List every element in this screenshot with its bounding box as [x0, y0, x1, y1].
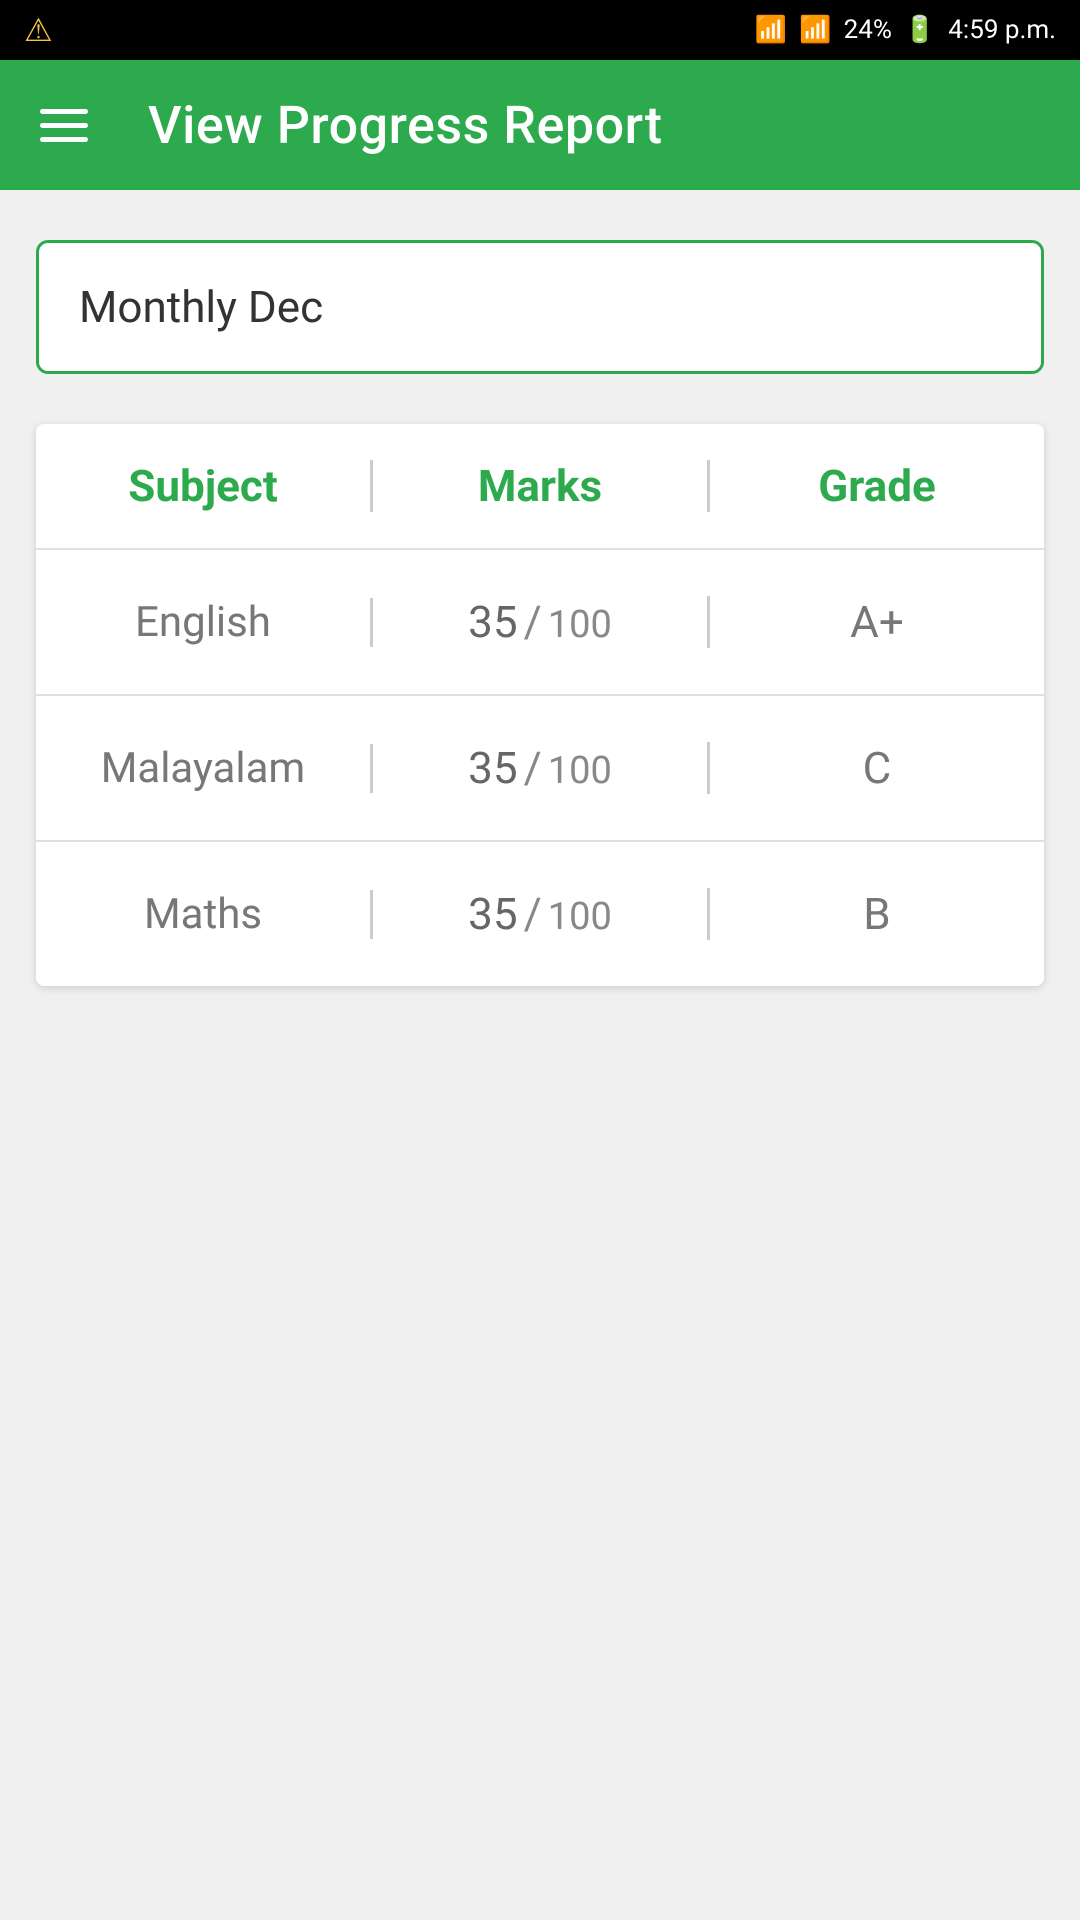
grade-malayalam: C [710, 742, 1044, 794]
hamburger-line-1 [40, 109, 88, 114]
slash-english: / [524, 596, 542, 648]
score-maths: 35 [468, 888, 517, 940]
status-bar-right: 📶 📶 24% 🔋 4:59 p.m. [755, 15, 1056, 45]
score-malayalam: 35 [468, 742, 517, 794]
grade-english: A+ [710, 596, 1044, 648]
progress-table: Subject Marks Grade English 35 / 100 A+ … [36, 424, 1044, 986]
wifi-icon: 📶 [755, 15, 787, 45]
signal-icon: 📶 [799, 15, 831, 45]
selector-value: Monthly Dec [79, 281, 323, 333]
table-header: Subject Marks Grade [36, 424, 1044, 550]
status-bar-left: ⚠ [24, 11, 53, 49]
report-selector[interactable]: Monthly Dec [36, 240, 1044, 374]
hamburger-line-2 [40, 123, 88, 128]
slash-maths: / [524, 888, 542, 940]
column-header-grade: Grade [710, 460, 1044, 512]
marks-maths: 35 / 100 [373, 888, 710, 940]
column-header-subject: Subject [36, 460, 373, 512]
total-maths: 100 [548, 895, 612, 939]
battery-text: 24% [844, 15, 892, 45]
warning-icon: ⚠ [24, 11, 53, 49]
hamburger-menu-button[interactable] [40, 109, 88, 142]
hamburger-line-3 [40, 137, 88, 142]
marks-malayalam: 35 / 100 [373, 742, 710, 794]
main-content: Monthly Dec Subject Marks Grade English … [0, 190, 1080, 1920]
column-header-marks: Marks [373, 460, 710, 512]
table-row: Maths 35 / 100 B [36, 842, 1044, 986]
subject-malayalam: Malayalam [36, 744, 373, 793]
subject-maths: Maths [36, 890, 373, 939]
table-row: Malayalam 35 / 100 C [36, 696, 1044, 842]
status-bar: ⚠ 📶 📶 24% 🔋 4:59 p.m. [0, 0, 1080, 60]
battery-icon: 🔋 [904, 15, 936, 45]
score-english: 35 [468, 596, 517, 648]
subject-english: English [36, 598, 373, 647]
grade-maths: B [710, 888, 1044, 940]
page-title: View Progress Report [148, 95, 663, 156]
table-row: English 35 / 100 A+ [36, 550, 1044, 696]
total-malayalam: 100 [548, 749, 612, 793]
time-text: 4:59 p.m. [948, 15, 1056, 45]
app-header: View Progress Report [0, 60, 1080, 190]
slash-malayalam: / [524, 742, 542, 794]
marks-english: 35 / 100 [373, 596, 710, 648]
total-english: 100 [548, 603, 612, 647]
